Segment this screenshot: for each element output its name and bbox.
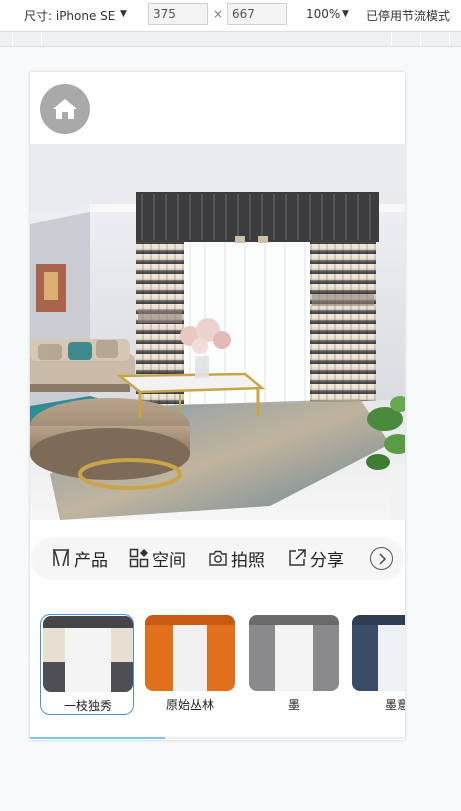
room-render-image xyxy=(30,144,405,520)
chevron-down-icon[interactable]: ▼ xyxy=(342,9,349,19)
camera-label: 拍照 xyxy=(231,550,265,571)
home-button[interactable] xyxy=(40,84,90,134)
room-preview[interactable] xyxy=(30,144,405,520)
thumbnail-item[interactable]: 原始丛林 xyxy=(143,614,237,715)
chevron-down-icon[interactable]: ▼ xyxy=(120,9,127,19)
share-label: 分享 xyxy=(310,550,344,571)
home-icon xyxy=(53,99,77,119)
curtain-thumbnail-image xyxy=(249,615,339,691)
grid-icon xyxy=(129,548,149,568)
height-input[interactable]: 667 xyxy=(227,3,287,25)
space-label: 空间 xyxy=(152,550,186,571)
curtain-thumbnail-image xyxy=(43,616,133,692)
thumbnail-scrollbar[interactable] xyxy=(30,737,405,739)
thumbnail-item[interactable]: 墨 xyxy=(247,614,341,715)
scrollbar-thumb[interactable] xyxy=(30,737,165,739)
thumbnail-label: 原始丛林 xyxy=(165,698,214,712)
zoom-select[interactable]: 100% xyxy=(306,7,340,21)
width-input[interactable]: 375 xyxy=(148,3,208,25)
thumbnail-item[interactable]: 一枝独秀 xyxy=(40,614,134,715)
camera-button[interactable]: 拍照 xyxy=(208,545,265,571)
thumbnail-label: 一枝独秀 xyxy=(63,699,112,713)
curtain-thumbnail-image xyxy=(352,615,405,691)
thumbnail-label: 墨意 xyxy=(384,698,405,712)
curtain-icon xyxy=(53,549,69,567)
more-actions-button[interactable] xyxy=(370,547,393,570)
device-select[interactable]: 尺寸: iPhone SE xyxy=(24,7,115,24)
device-viewport: 产品 空间 拍照 分享 一枝独秀 原始丛林 墨 墨意 xyxy=(30,72,405,740)
curtain-thumbnail-image xyxy=(145,615,235,691)
times-label: × xyxy=(213,7,224,21)
space-button[interactable]: 空间 xyxy=(129,545,186,571)
responsive-ruler[interactable] xyxy=(0,31,461,47)
share-button[interactable]: 分享 xyxy=(287,545,344,571)
devtools-toolbar: 尺寸: iPhone SE ▼ 375 × 667 100% ▼ 已停用节流模式 xyxy=(0,0,461,30)
products-button[interactable]: 产品 xyxy=(51,545,108,571)
thumbnail-item[interactable]: 墨意 xyxy=(350,614,405,715)
action-bar: 产品 空间 拍照 分享 xyxy=(30,538,405,578)
curtain-thumbnail-list[interactable]: 一枝独秀 原始丛林 墨 墨意 xyxy=(30,605,405,715)
camera-icon xyxy=(209,550,227,566)
products-label: 产品 xyxy=(74,550,108,571)
thumbnail-label: 墨 xyxy=(287,698,300,712)
share-icon xyxy=(289,549,306,566)
chevron-right-circle-icon xyxy=(378,552,386,565)
throttle-select[interactable]: 已停用节流模式 xyxy=(366,7,450,24)
